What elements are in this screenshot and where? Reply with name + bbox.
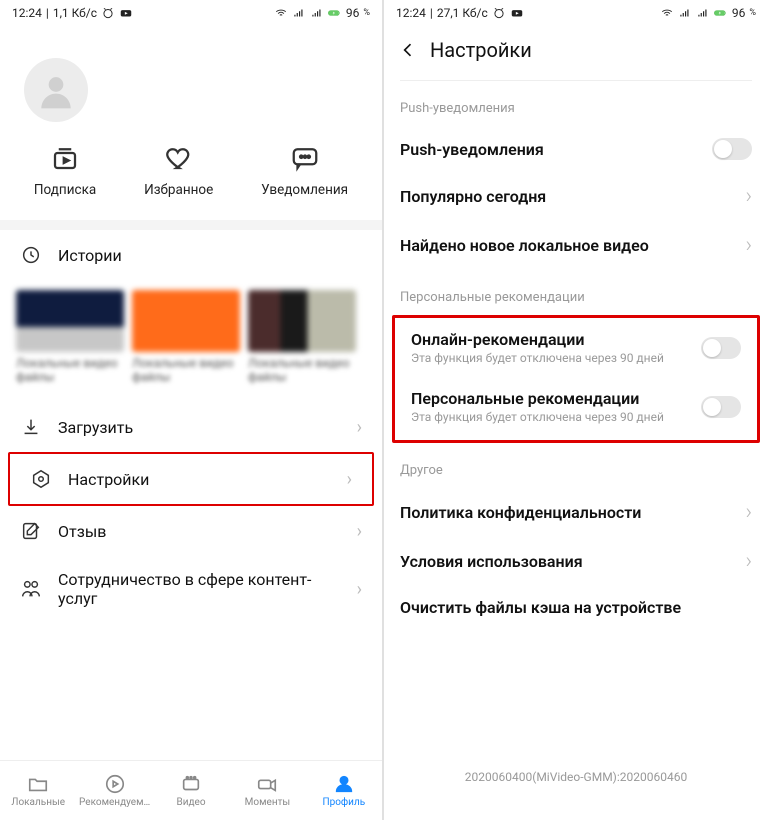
nav-moments[interactable]: Моменты — [229, 761, 305, 820]
highlight-box: Онлайн-рекомендации Эта функция будет от… — [392, 315, 760, 443]
alarm-icon — [101, 6, 115, 20]
battery-icon — [714, 6, 728, 20]
partnership-row[interactable]: Сотрудничество в сфере контент-услуг › — [0, 556, 382, 622]
status-rate: 27,1 Кб/с — [437, 6, 488, 20]
profile-header[interactable] — [0, 26, 382, 130]
chevron-right-icon: › — [745, 233, 752, 258]
camera-icon — [256, 773, 278, 795]
signal-icon — [678, 6, 692, 20]
video-icon — [180, 773, 202, 795]
feedback-row[interactable]: Отзыв › — [0, 506, 382, 556]
profile-menu: Загрузить › Настройки › Отзыв › — [0, 402, 382, 622]
section-personal-label: Персональные рекомендации — [384, 270, 768, 315]
chevron-right-icon: › — [357, 521, 362, 542]
history-icon — [20, 244, 42, 266]
settings-icon — [30, 468, 52, 490]
battery-icon — [328, 6, 342, 20]
history-label: Истории — [58, 246, 362, 265]
chevron-right-icon: › — [745, 184, 752, 209]
chevron-right-icon: › — [357, 579, 362, 600]
history-thumb[interactable]: Локальные видео файлы — [16, 290, 124, 384]
popular-row[interactable]: Популярно сегодня › — [384, 172, 768, 221]
personal-recs-toggle[interactable] — [701, 396, 741, 418]
chevron-right-icon: › — [347, 469, 352, 490]
signal-icon — [310, 6, 324, 20]
nav-video[interactable]: Видео — [153, 761, 229, 820]
status-time: 12:24 — [396, 6, 426, 20]
subscriptions-label: Подписка — [34, 182, 96, 198]
partnership-label: Сотрудничество в сфере контент-услуг — [58, 570, 341, 608]
download-row[interactable]: Загрузить › — [0, 402, 382, 452]
folder-icon — [27, 773, 49, 795]
terms-row[interactable]: Условия использования › — [384, 537, 768, 586]
history-thumb[interactable]: Локальные видео файлы — [132, 290, 240, 384]
notifications-button[interactable]: Уведомления — [261, 142, 348, 198]
back-icon[interactable] — [398, 40, 418, 60]
privacy-row[interactable]: Политика конфиденциальности › — [384, 488, 768, 537]
settings-screen: 12:24 | 27,1 Кб/с 96 % Настройки Push-ув… — [384, 0, 768, 820]
download-label: Загрузить — [58, 418, 341, 437]
profile-screen: 12:24 | 1,1 Кб/с 96 % — [0, 0, 384, 820]
youtube-icon — [510, 6, 524, 20]
status-battery: 96 — [346, 6, 360, 20]
section-other-label: Другое — [384, 443, 768, 488]
build-info: 2020060400(MiVideo-GMM):2020060460 — [384, 770, 768, 784]
found-local-row[interactable]: Найдено новое локальное видео › — [384, 221, 768, 270]
nav-recommend[interactable]: Рекомендуем… — [76, 761, 152, 820]
history-row[interactable]: Истории — [0, 230, 382, 280]
history-thumbs: Локальные видео файлы Локальные видео фа… — [0, 280, 382, 402]
history-thumb[interactable]: Локальные видео файлы — [248, 290, 356, 384]
status-bar: 12:24 | 27,1 Кб/с 96 % — [384, 0, 768, 26]
chevron-right-icon: › — [745, 500, 752, 525]
subscriptions-icon — [49, 142, 81, 174]
chevron-right-icon: › — [745, 549, 752, 574]
download-icon — [20, 416, 42, 438]
profile-icon — [333, 773, 355, 795]
status-bar: 12:24 | 1,1 Кб/с 96 % — [0, 0, 382, 26]
chat-icon — [289, 142, 321, 174]
wifi-icon — [660, 6, 674, 20]
nav-profile[interactable]: Профиль — [306, 761, 382, 820]
favorites-button[interactable]: Избранное — [144, 142, 213, 198]
clear-cache-row[interactable]: Очистить файлы кэша на устройстве — [384, 586, 768, 629]
wifi-icon — [274, 6, 288, 20]
avatar[interactable] — [24, 58, 88, 122]
push-toggle[interactable] — [712, 138, 752, 160]
online-recs-row[interactable]: Онлайн-рекомендации Эта функция будет от… — [395, 318, 757, 377]
settings-label: Настройки — [68, 470, 331, 489]
bottom-nav: Локальные Рекомендуем… Видео Моменты Про… — [0, 760, 382, 820]
settings-row[interactable]: Настройки › — [10, 454, 372, 504]
status-rate: 1,1 Кб/с — [53, 6, 97, 20]
favorites-label: Избранное — [144, 182, 213, 198]
feedback-label: Отзыв — [58, 522, 341, 541]
alarm-icon — [492, 6, 506, 20]
page-title: Настройки — [430, 38, 532, 62]
notifications-label: Уведомления — [261, 182, 348, 198]
quick-actions: Подписка Избранное Уведомления — [0, 130, 382, 220]
push-row[interactable]: Push-уведомления — [384, 126, 768, 172]
nav-local[interactable]: Локальные — [0, 761, 76, 820]
feedback-icon — [20, 520, 42, 542]
signal-icon — [696, 6, 710, 20]
signal-icon — [292, 6, 306, 20]
personal-recs-row[interactable]: Персональные рекомендации Эта функция бу… — [395, 377, 757, 436]
heart-icon — [163, 142, 195, 174]
online-recs-toggle[interactable] — [701, 337, 741, 359]
status-time: 12:24 — [12, 6, 42, 20]
section-push-label: Push-уведомления — [384, 81, 768, 126]
chevron-right-icon: › — [357, 417, 362, 438]
play-circle-icon — [104, 773, 126, 795]
status-battery: 96 — [732, 6, 746, 20]
partnership-icon — [20, 578, 42, 600]
titlebar: Настройки — [384, 26, 768, 68]
subscriptions-button[interactable]: Подписка — [34, 142, 96, 198]
youtube-icon — [119, 6, 133, 20]
